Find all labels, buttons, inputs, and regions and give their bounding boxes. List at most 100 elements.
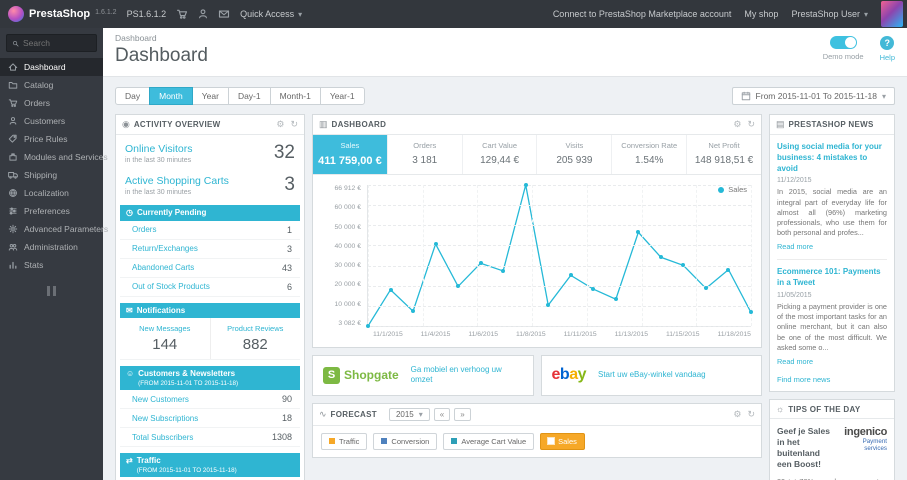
forecast-prev-button[interactable]: « [433, 407, 451, 421]
collapse-menu-button[interactable] [44, 286, 60, 296]
filter-year-button[interactable]: Year [191, 87, 229, 105]
new-messages-link[interactable]: New Messages [122, 324, 208, 333]
panel-refresh-icon[interactable]: ↻ [747, 409, 755, 420]
sidebar-item-dashboard[interactable]: Dashboard [0, 58, 103, 76]
sidebar-item-orders[interactable]: Orders [0, 94, 103, 112]
my-shop-link[interactable]: My shop [744, 9, 778, 19]
data-point[interactable] [681, 263, 686, 268]
new-messages-cell[interactable]: New Messages 144 [120, 318, 211, 360]
panel-settings-icon[interactable]: ⚙ [733, 409, 741, 420]
sidebar-item-label: Advanced Parameters [24, 224, 109, 234]
data-point[interactable] [411, 309, 416, 314]
filter-day-button[interactable]: Day [115, 87, 151, 105]
total-subscribers-link[interactable]: Total Subscribers [132, 433, 193, 442]
active-carts-link[interactable]: Active Shopping Carts [125, 175, 229, 187]
sidebar-item-shipping[interactable]: Shipping [0, 166, 103, 184]
online-visitors-link[interactable]: Online Visitors [125, 143, 193, 155]
breadcrumb[interactable]: Dashboard [115, 33, 208, 43]
kpi-visits[interactable]: Visits 205 939 [537, 135, 613, 174]
forecast-legend-sales[interactable]: Sales [540, 432, 585, 450]
filter-year-minus-1-button[interactable]: Year-1 [319, 87, 365, 105]
new-customers-link[interactable]: New Customers [132, 395, 189, 404]
sidebar-item-stats[interactable]: Stats [0, 256, 103, 274]
gridline [368, 305, 751, 307]
forecast-year-select[interactable]: 2015 ▾ [388, 407, 430, 421]
data-point[interactable] [749, 310, 753, 315]
out-of-stock-link[interactable]: Out of Stock Products [132, 282, 210, 291]
kpi-net-profit[interactable]: Net Profit 148 918,51 € [687, 135, 761, 174]
orders-notifications-button[interactable] [176, 8, 188, 20]
pending-returns-link[interactable]: Return/Exchanges [132, 244, 198, 253]
kpi-conversion-rate[interactable]: Conversion Rate 1.54% [612, 135, 688, 174]
data-point[interactable] [501, 268, 506, 273]
data-point[interactable] [456, 284, 461, 289]
product-reviews-cell[interactable]: Product Reviews 882 [211, 318, 301, 359]
ebay-link[interactable]: Start uw eBay-winkel vandaag [598, 370, 706, 380]
customers-notifications-button[interactable] [197, 8, 209, 20]
shop-name-link[interactable]: PS1.6.1.2 [127, 9, 167, 19]
sidebar-item-customers[interactable]: Customers [0, 112, 103, 130]
data-point[interactable] [388, 287, 393, 292]
data-point[interactable] [366, 324, 370, 328]
sidebar-item-catalog[interactable]: Catalog [0, 76, 103, 94]
pending-orders-link[interactable]: Orders [132, 225, 156, 234]
search-input[interactable] [23, 38, 91, 48]
news-article-title[interactable]: Using social media for your business: 4 … [777, 142, 887, 174]
data-point[interactable] [613, 297, 618, 302]
forecast-legend-average-cart-value[interactable]: Average Cart Value [443, 432, 535, 450]
user-avatar[interactable] [881, 1, 903, 27]
prestashop-logo[interactable]: PrestaShop 1.6.1.2 [8, 6, 117, 22]
forecast-legend-traffic[interactable]: Traffic [321, 432, 368, 450]
forecast-legend-conversion[interactable]: Conversion [373, 432, 438, 450]
data-point[interactable] [591, 287, 596, 292]
data-point[interactable] [433, 242, 438, 246]
kpi-sales[interactable]: Sales 411 759,00 € [313, 135, 388, 174]
demo-mode-toggle[interactable] [829, 36, 857, 49]
panel-refresh-icon[interactable]: ↻ [747, 119, 755, 130]
filter-day-minus-1-button[interactable]: Day-1 [227, 87, 271, 105]
sidebar-item-administration[interactable]: Administration [0, 238, 103, 256]
news-article-title[interactable]: Ecommerce 101: Payments in a Tweet [777, 267, 887, 289]
data-point[interactable] [568, 273, 573, 278]
filter-month-button[interactable]: Month [149, 87, 193, 105]
data-point[interactable] [703, 286, 708, 291]
abandoned-carts-link[interactable]: Abandoned Carts [132, 263, 194, 272]
kpi-cart-value[interactable]: Cart Value 129,44 € [463, 135, 538, 174]
messages-notifications-button[interactable] [218, 8, 230, 20]
help-link[interactable]: Help [880, 53, 895, 62]
divider [777, 259, 887, 261]
legend-label: Sales [728, 185, 747, 194]
data-point[interactable] [636, 230, 641, 235]
data-point[interactable] [523, 183, 528, 187]
data-point[interactable] [478, 261, 483, 266]
find-more-news-link[interactable]: Find more news [777, 375, 887, 384]
ingenico-brand: ingenico [844, 426, 887, 439]
panel-settings-icon[interactable]: ⚙ [733, 119, 741, 130]
forecast-next-button[interactable]: » [454, 407, 471, 421]
sidebar-item-modules[interactable]: Modules and Services [0, 148, 108, 166]
sidebar-item-price-rules[interactable]: Price Rules [0, 130, 103, 148]
sidebar-item-localization[interactable]: Localization [0, 184, 103, 202]
sidebar-search[interactable] [6, 34, 97, 52]
chart-legend[interactable]: Sales [718, 185, 747, 194]
product-reviews-link[interactable]: Product Reviews [213, 324, 299, 333]
sidebar-item-preferences[interactable]: Preferences [0, 202, 103, 220]
quick-access-menu[interactable]: Quick Access ▾ [240, 9, 302, 19]
shopgate-link[interactable]: Ga mobiel en verhoog uw omzet [411, 365, 523, 386]
data-point[interactable] [658, 255, 663, 260]
marketplace-link[interactable]: Connect to PrestaShop Marketplace accoun… [553, 9, 732, 19]
read-more-link[interactable]: Read more [777, 357, 813, 366]
help-icon[interactable]: ? [880, 36, 895, 50]
panel-settings-icon[interactable]: ⚙ [276, 119, 284, 130]
data-point[interactable] [726, 267, 731, 272]
date-range-picker[interactable]: From 2015-11-01 To 2015-11-18 ▾ [731, 87, 895, 105]
user-menu[interactable]: PrestaShop User ▾ [791, 9, 868, 19]
kpi-orders[interactable]: Orders 3 181 [388, 135, 463, 174]
sidebar-item-advanced-parameters[interactable]: Advanced Parameters [0, 220, 108, 238]
data-point[interactable] [546, 303, 551, 308]
panel-refresh-icon[interactable]: ↻ [290, 119, 298, 130]
read-more-link[interactable]: Read more [777, 242, 813, 251]
new-subscriptions-link[interactable]: New Subscriptions [132, 414, 198, 423]
envelope-icon: ✉ [126, 305, 133, 315]
filter-month-minus-1-button[interactable]: Month-1 [269, 87, 321, 105]
